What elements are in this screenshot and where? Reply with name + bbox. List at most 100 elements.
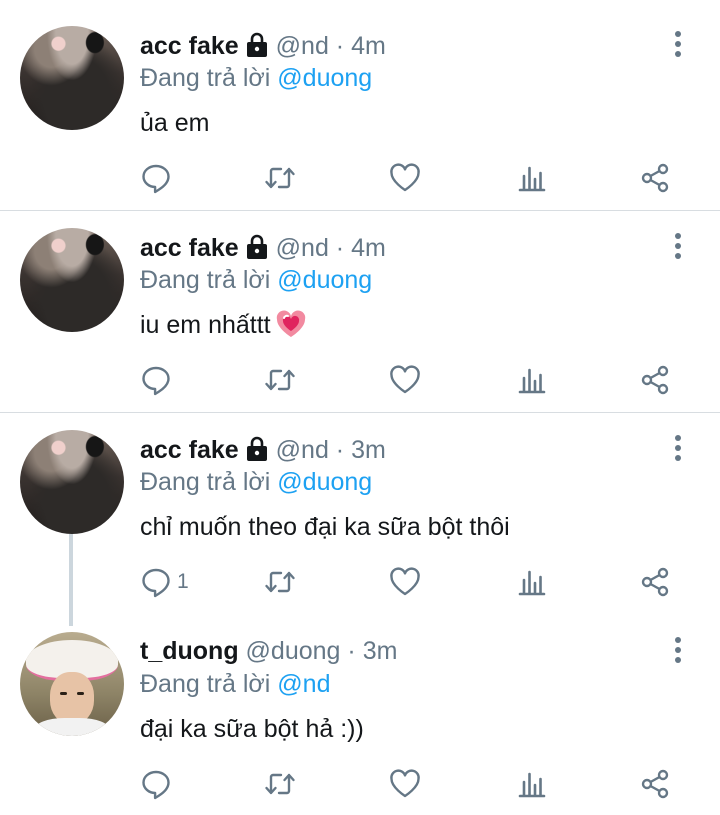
like-button[interactable] xyxy=(388,360,422,400)
replying-prefix: Đang trả lời xyxy=(140,64,271,92)
avatar-face xyxy=(50,672,94,724)
replying-to: Đang trả lời @nd xyxy=(140,667,330,701)
tweet-text: iu em nhấttt xyxy=(140,307,307,343)
user-handle[interactable]: @duong xyxy=(246,637,341,665)
timestamp[interactable]: 3m xyxy=(363,637,398,665)
reply-icon xyxy=(142,164,170,194)
tweet-actions: 1 xyxy=(0,562,720,602)
retweet-icon xyxy=(265,773,295,795)
replying-to: Đang trả lời @duong xyxy=(140,263,372,297)
like-icon xyxy=(390,769,420,798)
share-icon xyxy=(641,769,669,799)
analytics-icon xyxy=(518,166,546,192)
retweet-button[interactable] xyxy=(263,764,297,804)
analytics-button[interactable] xyxy=(514,360,548,400)
share-button[interactable] xyxy=(638,158,672,198)
share-button[interactable] xyxy=(638,360,672,400)
lock-icon xyxy=(246,32,267,57)
display-name[interactable]: acc fake xyxy=(140,32,239,60)
like-icon xyxy=(390,163,420,192)
lock-icon xyxy=(246,234,267,259)
share-icon xyxy=(641,163,669,193)
analytics-icon xyxy=(518,570,546,596)
reply-button[interactable] xyxy=(139,360,177,400)
replying-to: Đang trả lời @duong xyxy=(140,61,372,95)
reply-button[interactable]: 1 xyxy=(139,562,189,602)
like-button[interactable] xyxy=(388,764,422,804)
lock-icon xyxy=(246,436,267,461)
reply-icon xyxy=(142,568,170,598)
tweet-text: chỉ muốn theo đại ka sữa bột thôi xyxy=(140,513,510,541)
share-button[interactable] xyxy=(638,764,672,804)
replying-prefix: Đang trả lời xyxy=(140,670,271,698)
mention-link[interactable]: @duong xyxy=(277,468,372,496)
mention-link[interactable]: @duong xyxy=(277,64,372,92)
retweet-icon xyxy=(265,167,295,189)
like-icon xyxy=(390,365,420,394)
separator-dot: · xyxy=(335,436,345,464)
replying-prefix: Đang trả lời xyxy=(140,468,271,496)
timestamp[interactable]: 4m xyxy=(351,234,386,262)
display-name[interactable]: t_duong xyxy=(140,637,239,665)
replying-to: Đang trả lời @duong xyxy=(140,465,372,499)
more-options-icon[interactable] xyxy=(664,431,692,465)
tweet-actions xyxy=(0,158,720,198)
more-options-icon[interactable] xyxy=(664,633,692,667)
user-handle[interactable]: @nd xyxy=(276,436,329,464)
analytics-button[interactable] xyxy=(514,764,548,804)
avatar[interactable] xyxy=(20,430,124,534)
tweet-feed: acc fake @nd · 4m Đang trả lời @duong ủa… xyxy=(0,0,720,815)
tweet-text: đại ka sữa bột hả :)) xyxy=(140,715,364,743)
avatar[interactable] xyxy=(20,26,124,130)
like-button[interactable] xyxy=(388,562,422,602)
tweet-divider xyxy=(0,412,720,413)
retweet-button[interactable] xyxy=(263,360,297,400)
share-button[interactable] xyxy=(638,562,672,602)
avatar-shirt xyxy=(34,718,110,736)
like-icon xyxy=(390,567,420,596)
sparkling-heart-icon xyxy=(276,310,305,337)
tweet-text: ủa em xyxy=(140,109,210,137)
tweet-actions xyxy=(0,764,720,804)
analytics-button[interactable] xyxy=(514,158,548,198)
mention-link[interactable]: @duong xyxy=(277,266,372,294)
reply-icon xyxy=(142,770,170,800)
replying-prefix: Đang trả lời xyxy=(140,266,271,294)
reply-count: 1 xyxy=(177,570,189,593)
retweet-icon xyxy=(265,369,295,391)
user-handle[interactable]: @nd xyxy=(276,234,329,262)
analytics-icon xyxy=(518,772,546,798)
avatar[interactable] xyxy=(20,228,124,332)
reply-button[interactable] xyxy=(139,158,177,198)
analytics-button[interactable] xyxy=(514,562,548,602)
retweet-button[interactable] xyxy=(263,158,297,198)
tweet-header: acc fake @nd · 4m xyxy=(140,29,386,63)
user-handle[interactable]: @nd xyxy=(276,32,329,60)
avatar[interactable] xyxy=(20,632,124,736)
more-options-icon[interactable] xyxy=(664,229,692,263)
reply-icon xyxy=(142,366,170,396)
share-icon xyxy=(641,365,669,395)
display-name[interactable]: acc fake xyxy=(140,234,239,262)
avatar-eye xyxy=(60,692,67,695)
retweet-button[interactable] xyxy=(263,562,297,602)
more-options-icon[interactable] xyxy=(664,27,692,61)
timestamp[interactable]: 4m xyxy=(351,32,386,60)
share-icon xyxy=(641,567,669,597)
timestamp[interactable]: 3m xyxy=(351,436,386,464)
tweet-text-content: iu em nhấttt xyxy=(140,311,271,339)
tweet-header: t_duong @duong · 3m xyxy=(140,634,397,668)
mention-link[interactable]: @nd xyxy=(277,670,330,698)
like-button[interactable] xyxy=(388,158,422,198)
separator-dot: · xyxy=(335,32,345,60)
reply-button[interactable] xyxy=(139,764,177,804)
tweet-actions xyxy=(0,360,720,400)
tweet-header: acc fake @nd · 3m xyxy=(140,433,386,467)
avatar-eye xyxy=(77,692,84,695)
separator-dot: · xyxy=(347,637,356,665)
tweet-divider xyxy=(0,210,720,211)
display-name[interactable]: acc fake xyxy=(140,436,239,464)
separator-dot: · xyxy=(335,234,345,262)
retweet-icon xyxy=(265,571,295,593)
analytics-icon xyxy=(518,368,546,394)
